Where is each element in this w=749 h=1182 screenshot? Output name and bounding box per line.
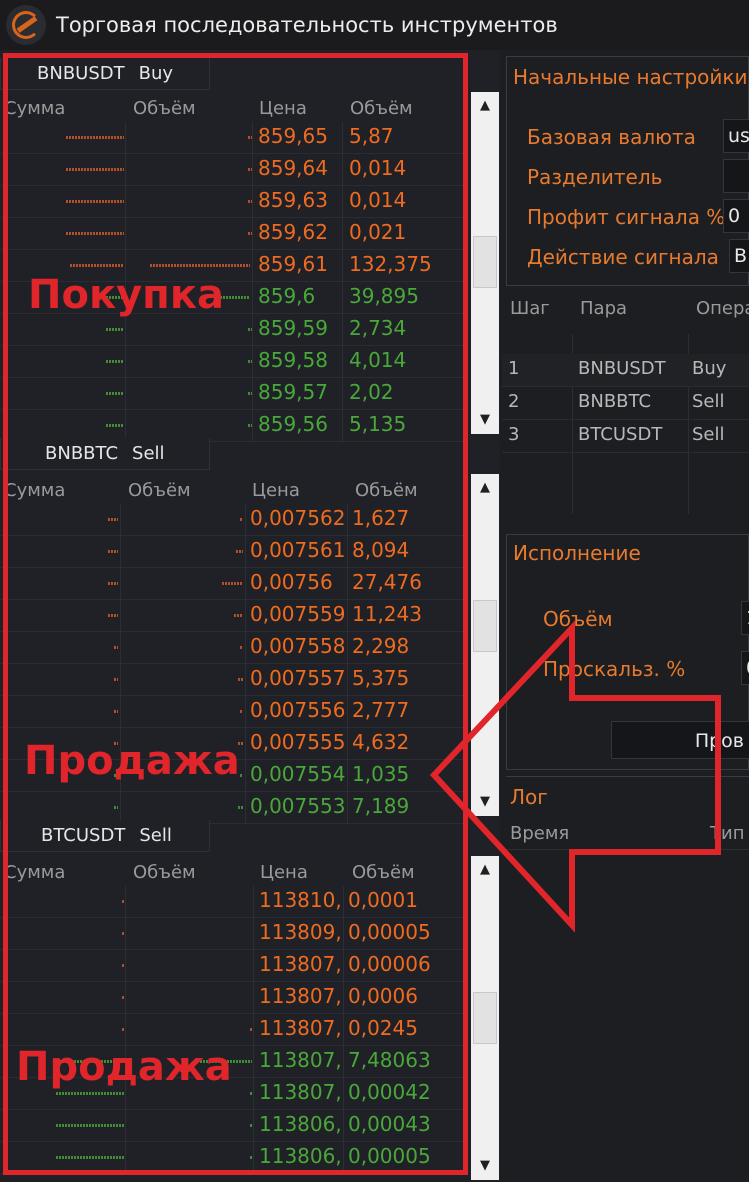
annotation-arrow-icon [429, 620, 721, 933]
